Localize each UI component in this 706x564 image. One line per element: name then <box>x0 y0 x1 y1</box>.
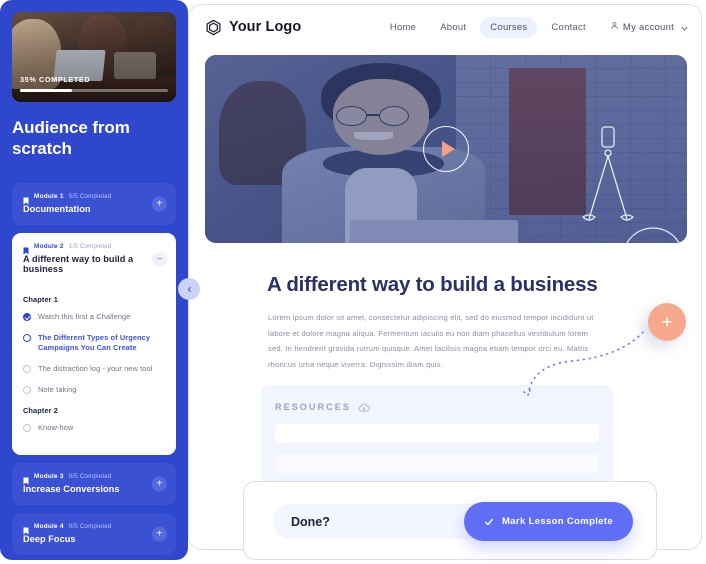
play-button[interactable] <box>423 126 469 172</box>
add-resource-fab[interactable]: + <box>648 303 686 341</box>
course-sidebar: 35% COMPLETED Audience from scratch Modu… <box>0 0 188 560</box>
resources-header: RESOURCES <box>275 401 599 413</box>
check-icon <box>484 517 494 527</box>
module-item-4[interactable]: Module 4 0/5 Completed Deep Focus + <box>12 513 176 556</box>
done-prompt-row: Done? Mark Lesson Complete <box>273 502 633 541</box>
module-3-count: 0/5 Completed <box>68 472 112 480</box>
bookmark-icon <box>23 472 29 485</box>
progress-label: 35% COMPLETED <box>20 75 91 84</box>
module-3-meta: Module 3 0/5 Completed <box>23 472 165 485</box>
module-4-count: 0/5 Completed <box>68 522 112 530</box>
lesson-item[interactable]: The distraction log - your new tool <box>23 364 165 375</box>
module-item-2[interactable]: Module 2 1/5 Completed A different way t… <box>12 233 176 456</box>
nav-link-contact[interactable]: Contact <box>541 17 596 38</box>
module-2-meta: Module 2 1/5 Completed <box>23 242 165 255</box>
bookmark-icon <box>23 242 29 255</box>
lesson-label: The distraction log - your new tool <box>38 364 153 374</box>
module-item-3[interactable]: Module 3 0/5 Completed Increase Conversi… <box>12 463 176 506</box>
compass-illustration-icon <box>539 113 680 243</box>
module-list: Module 1 5/5 Completed Documentation + M… <box>12 183 176 560</box>
module-1-meta: Module 1 5/5 Completed <box>23 192 165 205</box>
resources-title: RESOURCES <box>275 402 351 412</box>
brand-logo[interactable]: Your Logo <box>205 19 301 36</box>
chevron-left-icon <box>186 280 193 298</box>
module-4-expand-button[interactable]: + <box>152 526 167 542</box>
lesson-label: Note taking <box>38 384 77 394</box>
chapter-title-2: Chapter 2 <box>23 405 58 415</box>
module-item-1[interactable]: Module 1 5/5 Completed Documentation + <box>12 183 176 225</box>
lesson-todo-icon <box>23 385 31 394</box>
module-2-header[interactable]: Module 2 1/5 Completed A different way t… <box>12 233 176 284</box>
play-triangle-icon <box>441 141 455 157</box>
lesson-title: A different way to build a business <box>267 273 598 296</box>
user-icon <box>610 21 619 33</box>
lesson-completed-icon <box>23 313 31 321</box>
brand-name: Your Logo <box>229 19 302 35</box>
nav-link-courses[interactable]: Courses <box>480 16 538 38</box>
lesson-current-icon <box>23 333 31 342</box>
nav-link-about[interactable]: About <box>430 17 476 38</box>
lesson-item[interactable]: Know-how <box>23 423 165 434</box>
resources-panel: RESOURCES <box>261 385 613 490</box>
progress-bar <box>20 89 168 92</box>
module-2-count: 1/5 Completed <box>68 242 112 250</box>
lesson-item[interactable]: Note taking <box>23 385 165 396</box>
module-4-number: Module 4 <box>34 522 64 530</box>
bookmark-icon <box>23 522 29 535</box>
bookmark-icon <box>23 192 29 205</box>
resource-item-1[interactable] <box>275 424 599 443</box>
top-navigation: Your Logo Home About Courses Contact My … <box>189 5 701 49</box>
module-2-collapse-button[interactable]: − <box>152 252 167 267</box>
module-3-expand-button[interactable]: + <box>152 476 167 492</box>
module-2-lessons: Chapter 1 Watch this first a Challenge T… <box>12 284 176 456</box>
module-1-expand-button[interactable]: + <box>152 196 167 212</box>
module-1-number: Module 1 <box>34 192 64 200</box>
mark-complete-label: Mark Lesson Complete <box>502 516 613 527</box>
module-4-meta: Module 4 0/5 Completed <box>23 522 165 535</box>
lesson-complete-bar: Done? Mark Lesson Complete <box>243 481 657 560</box>
module-4-name: Deep Focus <box>23 534 76 545</box>
module-1-count: 5/5 Completed <box>68 192 112 200</box>
module-1-name: Documentation <box>23 204 91 214</box>
sidebar-collapse-handle[interactable] <box>178 278 200 300</box>
course-title: Audience from scratch <box>12 118 130 158</box>
done-question: Done? <box>291 514 330 529</box>
lesson-todo-icon <box>23 423 31 432</box>
lesson-label: Watch this first a Challenge <box>38 312 131 321</box>
module-2-name: A different way to build a business <box>23 254 134 274</box>
browser-page-card: Your Logo Home About Courses Contact My … <box>188 4 702 550</box>
chevron-down-icon <box>680 24 688 31</box>
module-3-name: Increase Conversions <box>23 484 120 495</box>
lesson-item-active[interactable]: The Different Types of Urgency Campaigns… <box>23 333 165 354</box>
my-account-label: My account <box>622 21 674 33</box>
lesson-label: The Different Types of Urgency Campaigns… <box>38 332 151 353</box>
cloud-download-icon[interactable] <box>358 401 370 413</box>
lesson-todo-icon <box>23 365 31 374</box>
lesson-video-player[interactable] <box>205 55 687 243</box>
app-root: Your Logo Home About Courses Contact My … <box>0 0 706 564</box>
lesson-description: Lorem ipsum dolor sit amet, consectetur … <box>268 313 594 369</box>
module-2-number: Module 2 <box>34 242 64 250</box>
course-thumbnail[interactable]: 35% COMPLETED <box>12 12 176 102</box>
mark-lesson-complete-button[interactable]: Mark Lesson Complete <box>464 502 633 541</box>
my-account-menu[interactable]: My account <box>610 21 688 33</box>
progress-bar-fill <box>20 89 72 92</box>
hexagon-logo-icon <box>205 19 222 36</box>
nav-link-home[interactable]: Home <box>380 17 426 38</box>
chapter-title-1: Chapter 1 <box>23 295 58 304</box>
lesson-label: Know-how <box>38 422 74 432</box>
nav-links: Home About Courses Contact My account <box>380 16 688 38</box>
module-3-number: Module 3 <box>34 472 64 480</box>
resource-item-2[interactable] <box>275 454 599 473</box>
lesson-item[interactable]: Watch this first a Challenge <box>23 312 165 323</box>
